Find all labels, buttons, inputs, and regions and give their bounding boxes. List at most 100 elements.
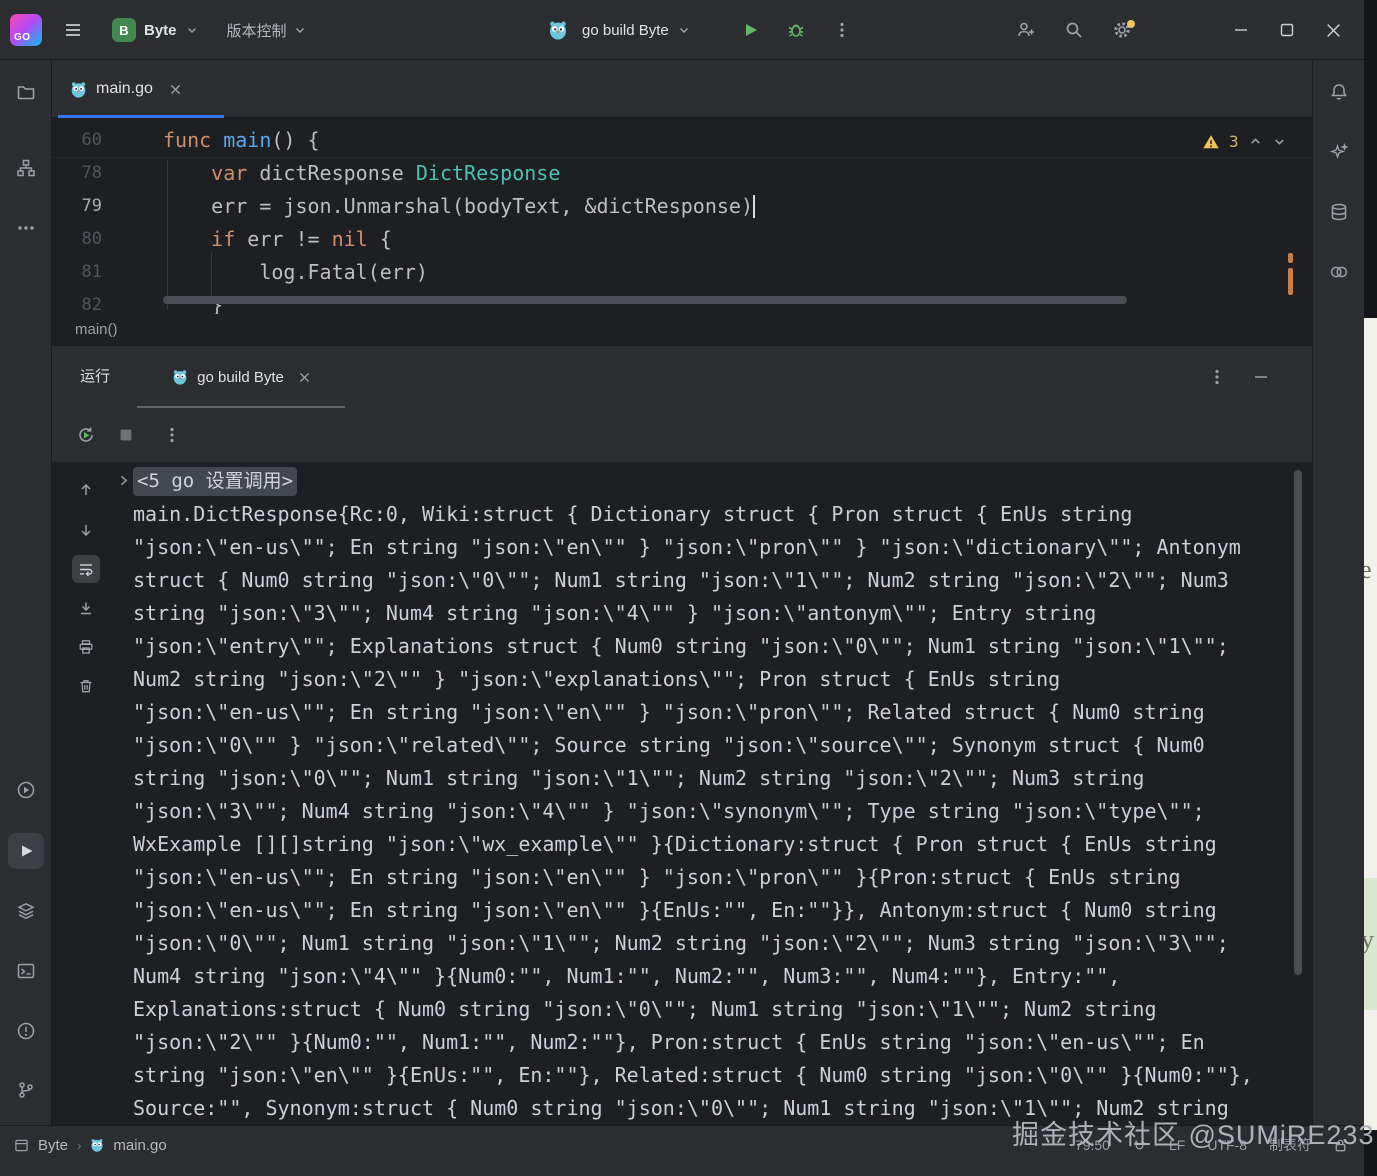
clear-console-button[interactable]	[72, 672, 100, 700]
play-icon	[745, 24, 757, 36]
status-project[interactable]: Byte	[38, 1137, 68, 1154]
code-with-me-button[interactable]	[1007, 12, 1045, 48]
inspections-widget[interactable]: 3	[1202, 132, 1287, 151]
rerun-button[interactable]	[70, 419, 102, 451]
hamburger-icon	[66, 24, 80, 36]
up-stack-trace-button[interactable]	[72, 476, 100, 504]
code-line[interactable]: log.Fatal(err)	[163, 256, 755, 289]
console-scrollbar[interactable]	[1294, 470, 1302, 975]
chevron-down-icon	[1274, 139, 1284, 145]
console-line[interactable]: "json:\"0\"" } "json:\"related\""; Sourc…	[133, 729, 1308, 762]
database-button[interactable]	[1321, 194, 1357, 230]
console-line[interactable]: Num2 string "json:\"2\"" } "json:\"expla…	[133, 663, 1308, 696]
console-line[interactable]: string "json:\"3\""; Num4 string "json:\…	[133, 597, 1308, 630]
line-number[interactable]: 80	[52, 223, 102, 256]
horizontal-scrollbar[interactable]	[163, 296, 1127, 304]
console-line[interactable]: struct { Num0 string "json:\"0\""; Num1 …	[133, 564, 1308, 597]
tab-close-button[interactable]	[170, 84, 181, 95]
console-line[interactable]: "json:\"en-us\""; En string "json:\"en\"…	[133, 531, 1308, 564]
vcs-widget[interactable]: 版本控制	[219, 12, 315, 48]
version-control-tool-button[interactable]	[8, 1072, 44, 1108]
console-line[interactable]: "json:\"en-us\""; En string "json:\"en\"…	[133, 696, 1308, 729]
code-editor[interactable]: 60 78 79 80 81 82 func main() { var dictRespo…	[52, 118, 1312, 314]
tab-main-go[interactable]: main.go	[58, 60, 224, 118]
hide-panel-button[interactable]	[1243, 359, 1279, 395]
console-more-button[interactable]	[156, 419, 188, 451]
watermark: 掘金技术社区 @SUMiRE233	[1012, 1120, 1375, 1150]
stop-button[interactable]	[110, 419, 142, 451]
console-line[interactable]: "json:\"entry\""; Explanations struct { …	[133, 630, 1308, 663]
down-stack-trace-button[interactable]	[72, 516, 100, 544]
console-line[interactable]: "json:\"0\""; Num1 string "json:\"1\""; …	[133, 927, 1308, 960]
more-actions-button[interactable]	[823, 12, 861, 48]
run-tab[interactable]: go build Byte	[137, 346, 345, 408]
next-problem-button[interactable]	[1272, 134, 1287, 149]
more-tool-windows-button[interactable]	[8, 210, 44, 246]
ai-assistant-button[interactable]	[1321, 134, 1357, 170]
structure-tool-button[interactable]	[8, 150, 44, 186]
git-branch-icon	[19, 1082, 33, 1098]
editor-code: func main() { var dictResponse DictRespo…	[163, 124, 756, 314]
fold-expand-icon[interactable]	[116, 473, 131, 488]
close-button[interactable]	[1310, 8, 1356, 52]
prev-problem-button[interactable]	[1248, 134, 1263, 149]
analysis-mark[interactable]	[1288, 268, 1293, 295]
services-tool-button[interactable]	[8, 893, 44, 929]
run-panel-options-button[interactable]	[1199, 359, 1235, 395]
code-line[interactable]: err = json.Unmarshal(bodyText, &dictResp…	[163, 190, 756, 223]
profiler-tool-button[interactable]	[8, 772, 44, 808]
rerun-icon	[79, 427, 93, 442]
line-number[interactable]: 79	[52, 190, 102, 223]
minimize-button[interactable]	[1218, 8, 1264, 52]
structure-icon	[17, 159, 35, 177]
console-line[interactable]: Num4 string "json:\"4\"" }{Num0:"", Num1…	[133, 960, 1308, 993]
plugin-button[interactable]	[1321, 254, 1357, 290]
console-line[interactable]: string "json:\"0\""; Num1 string "json:\…	[133, 762, 1308, 795]
terminal-tool-button[interactable]	[8, 953, 44, 989]
console-line[interactable]: Explanations:struct { Num0 string "json:…	[133, 993, 1308, 1026]
run-config-selector[interactable]: go build Byte	[576, 12, 697, 48]
project-tool-button[interactable]	[8, 74, 44, 110]
folded-command[interactable]: <5 go 设置调用>	[133, 467, 298, 496]
gopher-icon	[173, 370, 187, 385]
line-number[interactable]: 81	[52, 256, 102, 289]
console-line[interactable]: "json:\"2\"" }{Num0:"", Num1:"", Num2:""…	[133, 1026, 1308, 1059]
console-line[interactable]: "json:\"en-us\""; En string "json:\"en\"…	[133, 861, 1308, 894]
problems-tool-button[interactable]	[8, 1013, 44, 1049]
code-line[interactable]: var dictResponse DictResponse	[163, 157, 755, 190]
status-file[interactable]: main.go	[113, 1137, 166, 1154]
code-line[interactable]: func main() {	[163, 124, 755, 157]
title-bar: GO B Byte 版本控制 go build Byte	[0, 0, 1364, 60]
settings-button[interactable]	[1103, 12, 1141, 48]
scroll-to-end-button[interactable]	[72, 594, 100, 622]
soft-wrap-icon	[80, 564, 93, 577]
debug-button[interactable]	[777, 12, 815, 48]
line-number[interactable]: 60	[52, 124, 102, 157]
kebab-icon	[840, 22, 844, 38]
console-line[interactable]: "json:\"3\""; Num4 string "json:\"4\"" }…	[133, 795, 1308, 828]
notifications-button[interactable]	[1321, 74, 1357, 110]
console-line[interactable]: WxExample [][]string "json:\"wx_example\…	[133, 828, 1308, 861]
project-widget[interactable]: B Byte	[104, 12, 207, 48]
print-button[interactable]	[72, 633, 100, 661]
line-number[interactable]: 82	[52, 289, 102, 314]
line-number[interactable]: 78	[52, 157, 102, 190]
run-tab-close-button[interactable]	[299, 372, 310, 383]
analysis-mark[interactable]	[1288, 253, 1293, 263]
console-line[interactable]: main.DictResponse{Rc:0, Wiki:struct { Di…	[133, 498, 1308, 531]
code-line[interactable]: if err != nil {	[163, 223, 755, 256]
more-icon	[18, 226, 34, 230]
run-button[interactable]	[731, 12, 769, 48]
breadcrumb[interactable]: main()	[75, 314, 118, 346]
soft-wrap-button[interactable]	[72, 555, 100, 583]
chevron-up-icon	[1250, 138, 1260, 144]
main-menu-button[interactable]	[54, 12, 92, 48]
printer-icon	[79, 640, 93, 654]
run-console[interactable]: <5 go 设置调用> main.DictResponse{Rc:0, Wiki…	[52, 462, 1312, 1125]
console-line[interactable]: "json:\"en-us\""; En string "json:\"en\"…	[133, 894, 1308, 927]
console-line[interactable]: string "json:\"en\"" }{EnUs:"", En:""}, …	[133, 1059, 1308, 1092]
search-everywhere-button[interactable]	[1055, 12, 1093, 48]
maximize-button[interactable]	[1264, 8, 1310, 52]
scroll-end-icon	[81, 602, 91, 615]
run-tool-button[interactable]	[8, 833, 44, 869]
